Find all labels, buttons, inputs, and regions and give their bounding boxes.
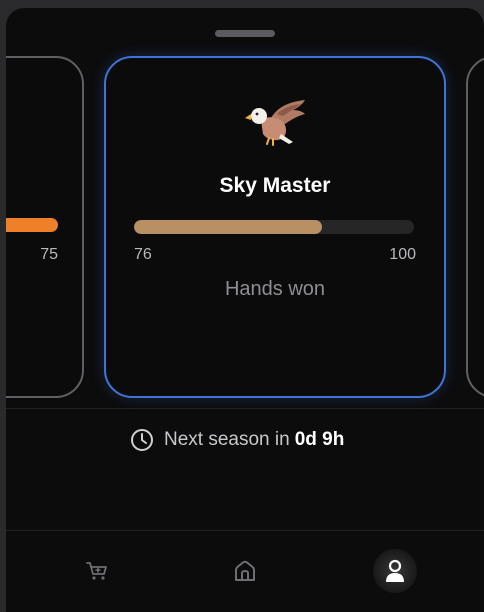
achievement-title: Sky Master xyxy=(219,174,331,197)
achievement-progress-fill xyxy=(134,220,322,234)
achievement-progress-bar xyxy=(134,220,414,234)
progress-min-label: 76 xyxy=(134,246,152,263)
progress-bar-previous xyxy=(6,218,58,232)
nav-shop-button[interactable] xyxy=(80,554,114,588)
season-remaining: 0d 9h xyxy=(294,429,345,450)
home-icon xyxy=(235,560,255,581)
achievement-card-active[interactable]: Sky Master 76 100 Hands won xyxy=(104,56,446,398)
bottom-nav xyxy=(6,530,484,612)
nav-profile-button[interactable] xyxy=(373,549,417,593)
bottom-sheet: 75 Sky Master 76 100 Hands won Next seas… xyxy=(6,8,484,612)
season-prefix: Next season in xyxy=(164,429,290,450)
nav-home-button[interactable] xyxy=(228,554,262,588)
sheet-drag-handle[interactable] xyxy=(215,30,275,37)
achievement-metric-label: Hands won xyxy=(224,278,326,300)
achievement-card-previous[interactable]: 75 xyxy=(6,56,84,398)
divider-top xyxy=(6,408,484,409)
progress-max-label: 100 xyxy=(389,246,416,263)
achievement-card-next[interactable] xyxy=(466,56,484,398)
progress-fill-previous xyxy=(6,218,58,232)
profile-icon xyxy=(386,559,404,582)
clock-icon xyxy=(131,429,153,451)
progress-max-label-previous: 75 xyxy=(40,246,58,263)
cart-icon xyxy=(86,562,107,580)
eagle-icon xyxy=(245,100,305,146)
season-countdown: Next season in 0d 9h xyxy=(130,426,344,454)
